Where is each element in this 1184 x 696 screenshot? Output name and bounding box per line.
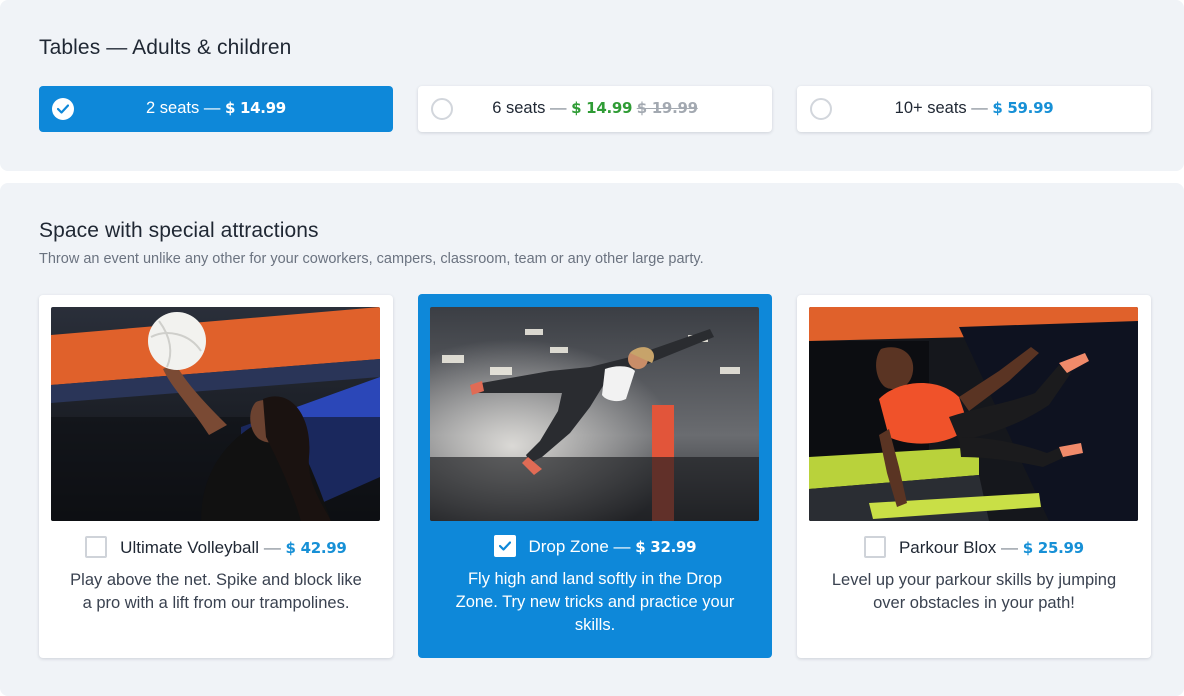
separator-dash: —	[613, 537, 631, 556]
attraction-card-ultimate-volleyball[interactable]: Ultimate Volleyball — $ 42.99 Play above…	[39, 295, 393, 658]
seat-option-old-price: $ 19.99	[636, 99, 698, 117]
seat-option-label: 6 seats	[492, 99, 546, 117]
seat-option-price: $ 14.99	[571, 99, 633, 117]
card-description: Play above the net. Spike and block like…	[70, 571, 362, 612]
card-title: Parkour Blox	[898, 538, 997, 557]
checkbox-unchecked-icon[interactable]	[864, 536, 887, 558]
separator-dash: —	[1001, 538, 1019, 557]
seat-option-label: 10+ seats	[894, 99, 967, 117]
card-title: Ultimate Volleyball	[120, 538, 260, 557]
checkbox-unchecked-icon[interactable]	[85, 536, 108, 558]
card-price: $ 25.99	[1022, 539, 1084, 557]
card-price: $ 42.99	[285, 539, 347, 557]
parkour-blox-photo	[809, 307, 1138, 521]
card-description: Level up your parkour skills by jumping …	[831, 571, 1117, 612]
attractions-heading: Space with special attractions	[39, 219, 319, 242]
seat-option-price: $ 59.99	[992, 99, 1054, 117]
volleyball-photo	[51, 307, 380, 521]
seat-option-2-seats[interactable]: 2 seats — $ 14.99	[39, 86, 393, 132]
seat-option-price: $ 14.99	[224, 99, 286, 117]
seat-option-10-plus-seats[interactable]: 10+ seats — $ 59.99	[797, 86, 1151, 132]
separator-dash: —	[203, 99, 221, 117]
card-description: Fly high and land softly in the Drop Zon…	[455, 570, 735, 634]
separator-dash: —	[971, 99, 988, 117]
checkbox-checked-icon[interactable]	[493, 535, 516, 557]
card-title: Drop Zone	[528, 537, 609, 556]
attraction-card-parkour-blox[interactable]: Parkour Blox — $ 25.99 Level up your par…	[797, 295, 1151, 658]
tables-heading: Tables — Adults & children	[39, 36, 292, 59]
separator-dash: —	[263, 538, 281, 557]
seat-option-label: 2 seats	[146, 99, 200, 117]
seat-option-6-seats[interactable]: 6 seats — $ 14.99 $ 19.99	[418, 86, 772, 132]
drop-zone-photo	[430, 307, 759, 521]
card-price: $ 32.99	[635, 538, 697, 556]
attraction-card-drop-zone[interactable]: Drop Zone — $ 32.99 Fly high and land so…	[418, 294, 772, 658]
separator-dash: —	[550, 99, 567, 117]
attractions-subtitle: Throw an event unlike any other for your…	[39, 251, 704, 267]
